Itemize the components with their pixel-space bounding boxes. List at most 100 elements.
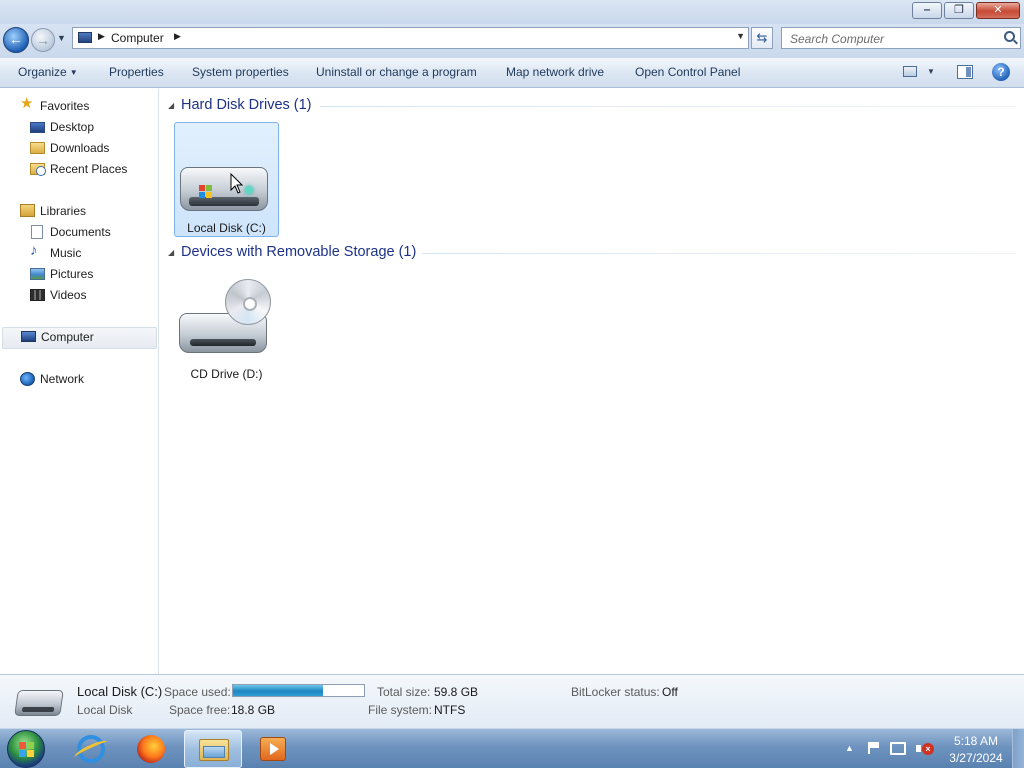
videos-film-icon: [30, 289, 45, 301]
total-size-label: Total size:: [377, 685, 431, 699]
desktop-icon: [30, 122, 45, 133]
breadcrumb-chevron-icon[interactable]: ▶: [98, 31, 105, 42]
clock-time[interactable]: 5:18 AM: [940, 734, 1012, 748]
refresh-button[interactable]: ⇆: [751, 27, 773, 49]
back-arrow-icon: ←: [9, 31, 23, 47]
recent-pages-dropdown[interactable]: ▼: [57, 33, 66, 43]
file-system-label: File system:: [368, 703, 433, 717]
sidebar-item-desktop[interactable]: Desktop: [30, 118, 150, 138]
open-control-panel-button[interactable]: Open Control Panel: [635, 65, 740, 79]
search-icon[interactable]: [1004, 31, 1015, 42]
music-note-icon: ♪: [30, 242, 38, 259]
show-hidden-icons-icon[interactable]: ▲: [845, 743, 854, 753]
sidebar-item-computer[interactable]: Computer: [2, 327, 157, 349]
file-system-value: NTFS: [434, 703, 466, 717]
minimize-button[interactable]: ‒: [912, 2, 942, 19]
sidebar-item-label: Computer: [41, 330, 94, 344]
show-desktop-button[interactable]: [1012, 729, 1024, 768]
file-view: ◢ Hard Disk Drives (1) Local Disk (C:) ◢…: [160, 89, 1024, 674]
refresh-icon: ⇆: [756, 30, 768, 45]
sidebar-item-documents[interactable]: Documents: [30, 223, 150, 243]
bitlocker-status-value: Off: [662, 685, 678, 699]
drive-tile-cd-drive-d[interactable]: CD Drive (D:): [174, 269, 279, 384]
uninstall-program-button[interactable]: Uninstall or change a program: [316, 65, 477, 79]
properties-button[interactable]: Properties: [109, 65, 164, 79]
pictures-icon: [30, 268, 45, 280]
system-properties-button[interactable]: System properties: [192, 65, 289, 79]
volume-muted-icon[interactable]: ×: [916, 742, 934, 756]
sidebar-item-favorites[interactable]: ★ Favorites: [20, 95, 150, 117]
taskbar-media-player[interactable]: [244, 730, 302, 768]
action-center-flag-icon[interactable]: [868, 742, 881, 754]
taskbar-windows-explorer[interactable]: [184, 730, 242, 768]
map-network-drive-button[interactable]: Map network drive: [506, 65, 604, 79]
sidebar-item-downloads[interactable]: Downloads: [30, 139, 150, 159]
hard-drive-icon: [14, 690, 64, 716]
taskbar: ▲ × 5:18 AM 3/27/2024: [0, 728, 1024, 768]
group-divider: [320, 106, 1016, 107]
mouse-pointer-icon: [230, 173, 244, 194]
sidebar-item-label: Pictures: [50, 267, 94, 281]
search-input[interactable]: Search Computer: [781, 27, 1021, 49]
group-header-removable-storage[interactable]: ◢ Devices with Removable Storage (1): [160, 244, 1016, 264]
start-button[interactable]: [7, 730, 45, 768]
recent-places-icon: [30, 163, 46, 176]
chevron-down-icon: ▼: [69, 68, 78, 77]
sidebar-item-label: Desktop: [50, 120, 95, 134]
sidebar-item-music[interactable]: ♪ Music: [30, 242, 150, 264]
maximize-button[interactable]: ❐: [944, 2, 974, 19]
group-title: Devices with Removable Storage (1): [181, 244, 423, 260]
collapse-triangle-icon[interactable]: ◢: [168, 101, 174, 110]
breadcrumb-computer[interactable]: Computer: [111, 31, 164, 45]
sidebar-item-libraries[interactable]: Libraries: [20, 202, 150, 222]
forward-arrow-icon: →: [36, 32, 50, 48]
sidebar-item-label: Network: [40, 372, 85, 386]
search-placeholder: Search Computer: [790, 32, 885, 46]
preview-pane-icon[interactable]: [957, 65, 973, 79]
cd-disc-icon: [225, 279, 271, 325]
group-header-hard-disk-drives[interactable]: ◢ Hard Disk Drives (1): [160, 97, 1016, 117]
taskbar-internet-explorer[interactable]: [62, 730, 120, 768]
address-history-dropdown-icon[interactable]: ▼: [736, 31, 745, 41]
details-pane: Local Disk (C:) Local Disk Space used: S…: [0, 674, 1024, 728]
navigation-pane: ★ Favorites Desktop Downloads Recent Pla…: [0, 89, 159, 674]
mute-x-icon: ×: [922, 743, 934, 755]
organize-menu[interactable]: Organize ▼: [18, 65, 78, 79]
drive-tile-local-disk-c[interactable]: Local Disk (C:): [174, 122, 279, 237]
internet-explorer-icon: [77, 735, 105, 763]
organize-label: Organize: [18, 65, 67, 79]
sidebar-item-network[interactable]: Network: [20, 370, 150, 390]
address-bar[interactable]: ▶ Computer ▶ ▼: [72, 27, 749, 49]
collapse-triangle-icon[interactable]: ◢: [168, 248, 174, 257]
cd-drive-icon: [177, 277, 272, 362]
group-title: Hard Disk Drives (1): [181, 97, 318, 113]
clock-date[interactable]: 3/27/2024: [940, 751, 1012, 765]
close-button[interactable]: ✕: [976, 2, 1020, 19]
forward-button[interactable]: →: [31, 28, 55, 52]
details-drive-name: Local Disk (C:): [77, 684, 163, 699]
bitlocker-status-label: BitLocker status:: [571, 685, 660, 699]
change-view-icon[interactable]: [903, 66, 917, 77]
address-row: ← → ▼ ▶ Computer ▶ ▼ ⇆ Search Computer: [0, 24, 1024, 58]
minimize-icon: ‒: [923, 4, 931, 16]
taskbar-firefox[interactable]: [122, 730, 180, 768]
window-controls: ‒ ❐ ✕: [910, 2, 1020, 19]
back-button[interactable]: ←: [3, 27, 29, 53]
breadcrumb-chevron-icon[interactable]: ▶: [174, 31, 181, 42]
space-used-fill: [233, 685, 324, 696]
computer-icon: [78, 32, 92, 43]
star-icon: ★: [20, 95, 34, 112]
view-options-dropdown-icon[interactable]: ▼: [927, 67, 935, 76]
sidebar-item-videos[interactable]: Videos: [30, 286, 150, 306]
total-size-value: 59.8 GB: [434, 685, 479, 699]
sidebar-item-pictures[interactable]: Pictures: [30, 265, 150, 285]
network-status-icon[interactable]: [890, 742, 906, 755]
windows-explorer-icon: [199, 739, 229, 761]
sidebar-item-label: Downloads: [50, 141, 110, 155]
restore-icon: ❐: [954, 4, 964, 16]
sidebar-item-recent-places[interactable]: Recent Places: [30, 160, 150, 180]
drive-activity-light: [245, 186, 253, 194]
sidebar-item-label: Favorites: [40, 99, 90, 113]
help-icon[interactable]: ?: [992, 63, 1010, 81]
close-icon: ✕: [993, 4, 1003, 16]
